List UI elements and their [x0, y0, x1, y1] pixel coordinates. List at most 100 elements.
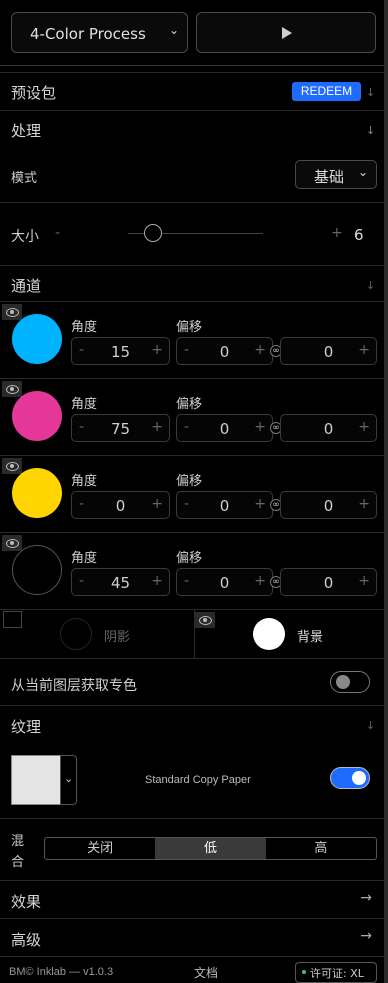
chevron-down-icon: ⌄: [168, 23, 179, 37]
angle-increment-button[interactable]: +: [151, 573, 163, 589]
texture-toggle[interactable]: [330, 767, 370, 789]
play-icon: [282, 27, 292, 39]
offset-label: 偏移: [176, 474, 203, 489]
channel-divider: [0, 532, 384, 533]
license-status-dot: [302, 970, 306, 974]
presets-expand-icon[interactable]: ↓: [366, 87, 376, 99]
size-minus-button[interactable]: -: [55, 225, 60, 241]
advanced-title: 高级: [11, 931, 42, 949]
channel-color-swatch[interactable]: [12, 468, 62, 518]
channels-title: 通道: [11, 277, 42, 295]
offset-x-increment-button[interactable]: +: [254, 496, 266, 512]
process-collapse-icon[interactable]: ↓: [366, 125, 376, 137]
angle-increment-button[interactable]: +: [151, 419, 163, 435]
channel-visibility-eye-icon[interactable]: [2, 535, 22, 551]
offset-x-increment-button[interactable]: +: [254, 573, 266, 589]
channel-visibility-eye-icon[interactable]: [2, 304, 22, 320]
offset-y-stepper[interactable]: 0 +: [280, 337, 377, 365]
channel-visibility-eye-icon[interactable]: [2, 381, 22, 397]
offset-x-increment-button[interactable]: +: [254, 419, 266, 435]
angle-label: 角度: [71, 397, 98, 412]
offset-y-increment-button[interactable]: +: [358, 573, 370, 589]
chevron-down-icon: ⌄: [357, 165, 368, 179]
size-label: 大小: [11, 229, 39, 245]
shadow-label: 阴影: [104, 630, 131, 645]
channel-divider: [0, 378, 384, 379]
preset-select[interactable]: 4-Color Process ⌄: [11, 12, 188, 53]
angle-increment-button[interactable]: +: [151, 496, 163, 512]
license-badge[interactable]: 许可证: XL: [295, 962, 377, 983]
channel-visibility-eye-icon[interactable]: [2, 458, 22, 474]
toggle-knob: [336, 675, 350, 689]
offset-x-stepper[interactable]: -0 +: [176, 414, 273, 442]
channels-collapse-icon[interactable]: ↓: [366, 280, 376, 292]
offset-y-stepper[interactable]: 0 +: [280, 491, 377, 519]
blend-option-off[interactable]: 关闭: [45, 838, 155, 859]
process-title: 处理: [11, 122, 42, 140]
angle-label: 角度: [71, 474, 98, 489]
redeem-label: REDEEM: [300, 84, 353, 98]
texture-collapse-icon[interactable]: ↓: [366, 720, 376, 732]
mode-select[interactable]: 基础 ⌄: [295, 160, 377, 189]
angle-stepper[interactable]: -15 +: [71, 337, 170, 365]
offset-y-increment-button[interactable]: +: [358, 496, 370, 512]
redeem-button[interactable]: REDEEM: [292, 82, 361, 101]
size-plus-button[interactable]: +: [331, 225, 343, 241]
spot-color-label: 从当前图层获取专色: [11, 678, 137, 694]
effects-section-header[interactable]: 效果 →: [0, 881, 384, 918]
angle-increment-button[interactable]: +: [151, 342, 163, 358]
paper-dropdown-button[interactable]: ⌄: [60, 755, 77, 805]
license-text: 许可证: XL: [310, 967, 364, 980]
blend-option-high[interactable]: 高: [266, 838, 376, 859]
background-label: 背景: [297, 630, 324, 645]
blend-label-bottom: 合: [11, 855, 25, 870]
angle-stepper[interactable]: -45 +: [71, 568, 170, 596]
arrow-right-icon: →: [360, 890, 372, 906]
offset-y-stepper[interactable]: 0 +: [280, 414, 377, 442]
shadow-visibility-checkbox[interactable]: [3, 611, 22, 628]
preset-select-value: 4-Color Process: [30, 25, 146, 43]
blend-option-low-label: 低: [203, 841, 217, 856]
version-text: BM© Inklab — v1.0.3: [9, 966, 114, 978]
shadow-swatch[interactable]: [60, 618, 92, 650]
blend-option-high-label: 高: [314, 841, 328, 856]
size-value: 6: [354, 226, 364, 244]
chevron-down-icon: ⌄: [64, 772, 74, 785]
offset-x-stepper[interactable]: -0 +: [176, 568, 273, 596]
blend-option-off-label: 关闭: [87, 841, 114, 856]
mode-label: 模式: [11, 171, 38, 186]
offset-y-stepper[interactable]: 0 +: [280, 568, 377, 596]
offset-x-stepper[interactable]: -0 +: [176, 491, 273, 519]
presets-title: 预设包: [11, 84, 57, 102]
angle-label: 角度: [71, 551, 98, 566]
offset-y-increment-button[interactable]: +: [358, 419, 370, 435]
offset-x-stepper[interactable]: -0 +: [176, 337, 273, 365]
channel-color-swatch[interactable]: [12, 391, 62, 441]
arrow-right-icon: →: [360, 928, 372, 944]
offset-label: 偏移: [176, 551, 203, 566]
background-swatch[interactable]: [253, 618, 285, 650]
blend-option-low[interactable]: 低: [155, 838, 266, 859]
effects-title: 效果: [11, 893, 42, 911]
angle-stepper[interactable]: -75 +: [71, 414, 170, 442]
scrollbar-thumb[interactable]: [384, 0, 388, 983]
texture-title: 纹理: [11, 718, 42, 736]
mode-select-value: 基础: [314, 168, 345, 186]
spot-color-toggle[interactable]: [330, 671, 370, 693]
offset-label: 偏移: [176, 320, 203, 335]
offset-label: 偏移: [176, 397, 203, 412]
play-button[interactable]: [196, 12, 376, 53]
blend-label-top: 混: [11, 834, 25, 849]
offset-y-increment-button[interactable]: +: [358, 342, 370, 358]
angle-stepper[interactable]: -0 +: [71, 491, 170, 519]
offset-x-increment-button[interactable]: +: [254, 342, 266, 358]
advanced-section-header[interactable]: 高级 →: [0, 919, 384, 956]
channel-color-swatch[interactable]: [12, 545, 62, 595]
channel-color-swatch[interactable]: [12, 314, 62, 364]
background-visibility-eye-icon[interactable]: [195, 612, 215, 628]
paper-thumbnail[interactable]: [11, 755, 61, 805]
blend-segmented-control: 关闭 低 高: [44, 837, 377, 860]
docs-link[interactable]: 文档: [194, 964, 218, 981]
channel-divider: [0, 455, 384, 456]
size-slider-handle[interactable]: [144, 224, 162, 242]
